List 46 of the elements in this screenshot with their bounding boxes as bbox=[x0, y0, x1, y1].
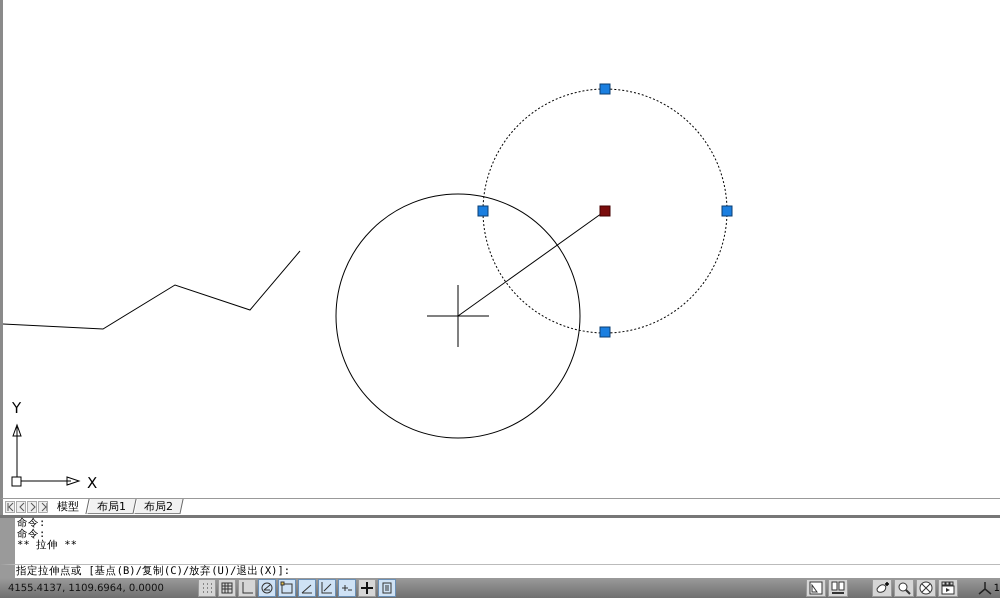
layout-button[interactable] bbox=[828, 579, 848, 598]
ucs-icon bbox=[12, 424, 81, 486]
pan-icon[interactable] bbox=[872, 579, 892, 598]
qp-icon bbox=[380, 581, 394, 596]
grip[interactable] bbox=[600, 326, 610, 338]
polar-toggle[interactable] bbox=[258, 579, 276, 598]
zoom-icon[interactable] bbox=[894, 579, 914, 598]
ducs-toggle[interactable] bbox=[318, 579, 336, 598]
dyn-toggle[interactable] bbox=[338, 579, 356, 598]
hot-grip[interactable] bbox=[600, 206, 610, 216]
qp-toggle[interactable] bbox=[378, 579, 396, 598]
y-axis-label: Y bbox=[12, 399, 22, 417]
showmotion-icon[interactable] bbox=[938, 579, 958, 598]
grip[interactable] bbox=[600, 84, 610, 94]
tab-scroll-button[interactable] bbox=[27, 500, 37, 513]
ducs-icon bbox=[320, 581, 334, 596]
grip[interactable] bbox=[478, 206, 488, 216]
osnap-icon bbox=[280, 581, 294, 596]
steering-wheel-icon[interactable] bbox=[916, 579, 936, 598]
command-line: 命令: bbox=[16, 518, 46, 529]
grid-icon bbox=[220, 581, 234, 596]
layout-tab[interactable]: 布局2 bbox=[134, 499, 184, 514]
annotation-scale-icon[interactable] bbox=[978, 581, 992, 596]
tab-scroll-button[interactable] bbox=[5, 500, 15, 513]
annotation-scale[interactable]: 1 bbox=[994, 582, 1000, 594]
model-button[interactable] bbox=[806, 579, 826, 598]
snap-toggle[interactable] bbox=[198, 579, 216, 598]
polar-icon bbox=[260, 581, 274, 596]
tab-scroll-button[interactable] bbox=[16, 500, 26, 513]
lwt-icon bbox=[360, 581, 374, 596]
grip[interactable] bbox=[722, 206, 732, 216]
layout-tab[interactable]: 布局1 bbox=[87, 499, 137, 514]
ortho-toggle[interactable] bbox=[238, 579, 256, 598]
snap-icon bbox=[200, 581, 214, 596]
otrack-toggle[interactable] bbox=[298, 579, 316, 598]
crosshair-cursor bbox=[426, 284, 490, 348]
ortho-icon bbox=[240, 581, 254, 596]
command-line: ** 拉伸 ** bbox=[16, 540, 78, 551]
layout-tab[interactable]: 模型 bbox=[47, 499, 90, 514]
grid-toggle[interactable] bbox=[218, 579, 236, 598]
osnap-toggle[interactable] bbox=[278, 579, 296, 598]
tab-scroll-button[interactable] bbox=[38, 500, 48, 513]
x-axis-label: X bbox=[87, 474, 98, 492]
lwt-toggle[interactable] bbox=[358, 579, 376, 598]
command-line: 命令: bbox=[16, 528, 46, 540]
coordinates: 4155.4137, 1109.6964, 0.0000 bbox=[8, 582, 165, 594]
